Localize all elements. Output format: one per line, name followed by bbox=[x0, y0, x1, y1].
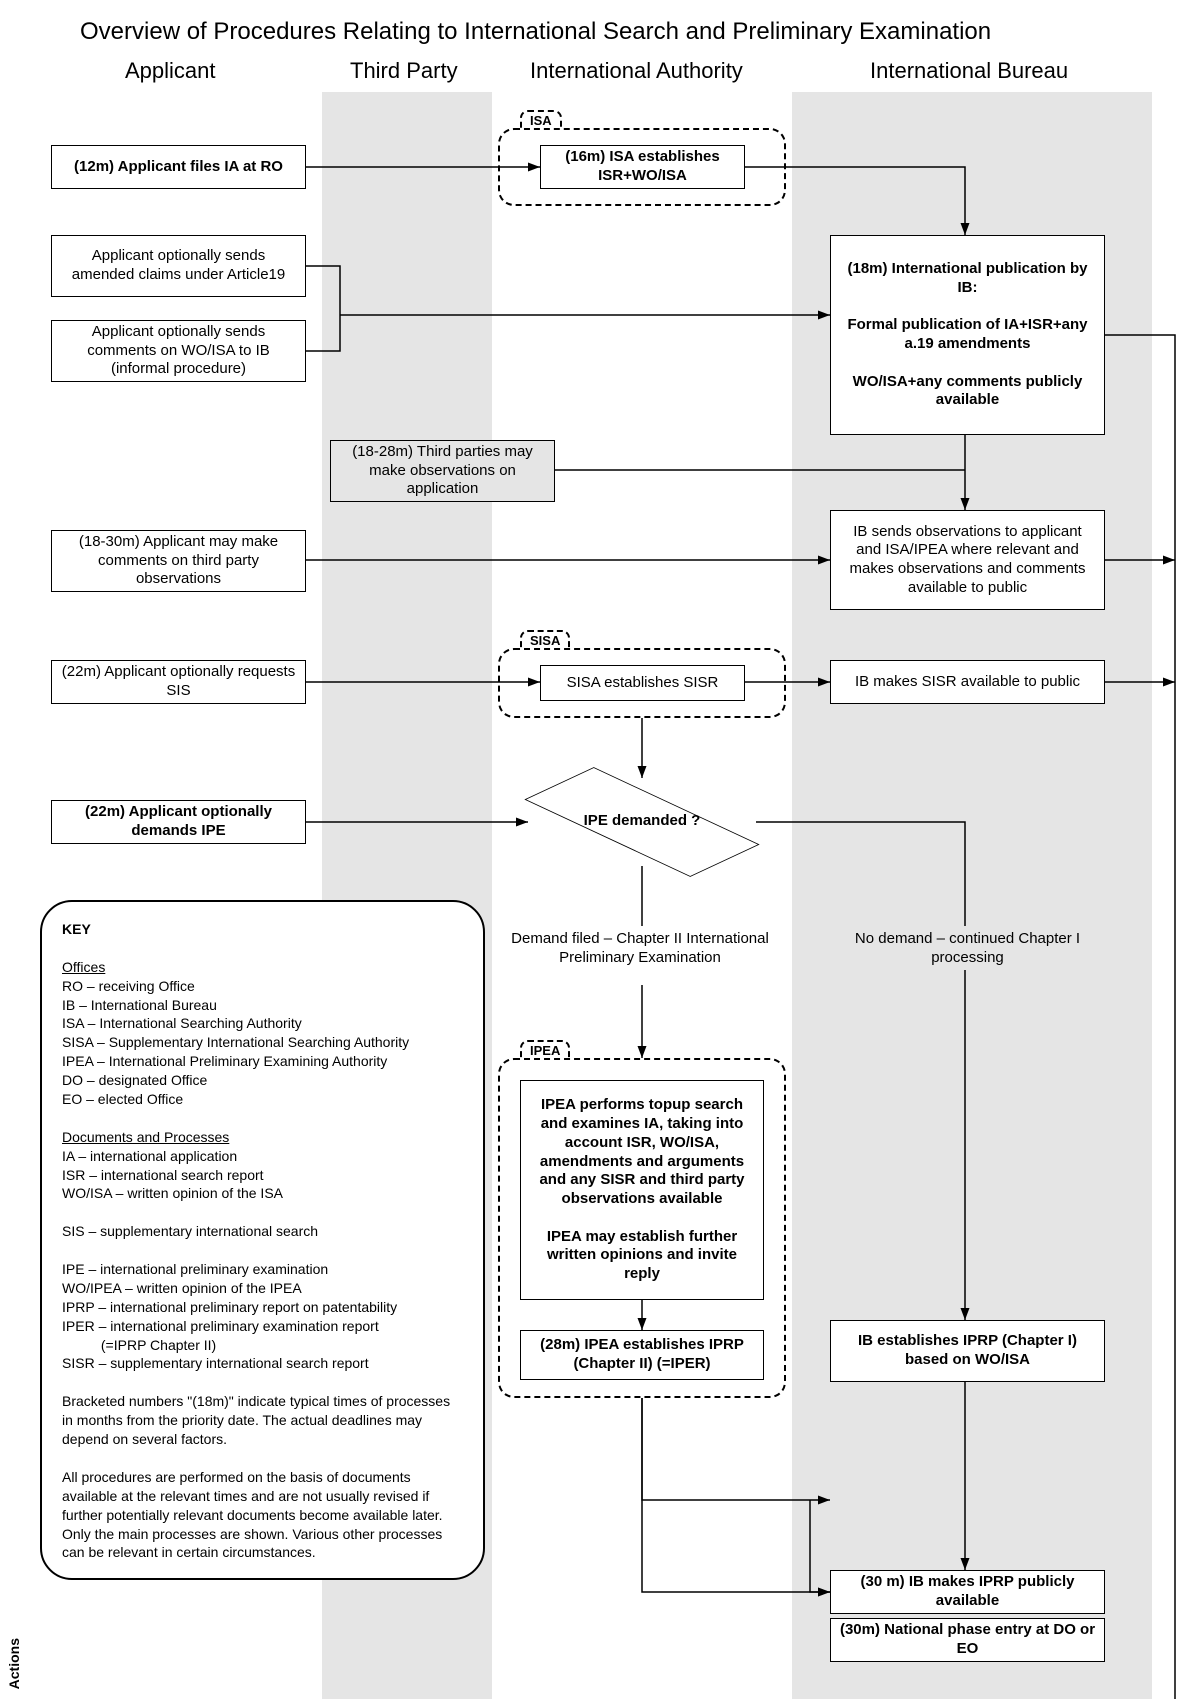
page-title: Overview of Procedures Relating to Inter… bbox=[80, 18, 991, 46]
col-authority: International Authority bbox=[530, 58, 743, 84]
key-offices-heading: Offices bbox=[62, 958, 463, 977]
box-amended-claims: Applicant optionally sends amended claim… bbox=[51, 235, 306, 297]
key-line bbox=[62, 1241, 463, 1260]
decision-ipe-demanded: IPE demanded ? bbox=[522, 772, 762, 872]
col-applicant: Applicant bbox=[125, 58, 216, 84]
key-line: SISA – Supplementary International Searc… bbox=[62, 1033, 463, 1052]
key-line: WO/IPEA – written opinion of the IPEA bbox=[62, 1279, 463, 1298]
key-box: KEY Offices RO – receiving OfficeIB – In… bbox=[40, 900, 485, 1580]
key-line: IPER – international preliminary examina… bbox=[62, 1317, 463, 1355]
box-isa-establishes: (16m) ISA establishes ISR+WO/ISA bbox=[540, 145, 745, 189]
box-requests-sis: (22m) Applicant optionally requests SIS bbox=[51, 660, 306, 704]
key-heading: KEY bbox=[62, 920, 463, 939]
side-label-actions: Actions bbox=[6, 1638, 22, 1689]
box-files-ia: (12m) Applicant files IA at RO bbox=[51, 145, 306, 189]
box-ib-iprp-public: (30 m) IB makes IPRP publicly available bbox=[830, 1570, 1105, 1614]
key-docs-list: IA – international applicationISR – inte… bbox=[62, 1147, 463, 1374]
key-line: SISR – supplementary international searc… bbox=[62, 1354, 463, 1373]
box-sisa-establishes: SISA establishes SISR bbox=[540, 665, 745, 701]
tab-ipea: IPEA bbox=[520, 1040, 570, 1059]
box-ipea-establishes: (28m) IPEA establishes IPRP (Chapter II)… bbox=[520, 1330, 764, 1380]
col-third-party: Third Party bbox=[350, 58, 458, 84]
box-comments-wo: Applicant optionally sends comments on W… bbox=[51, 320, 306, 382]
key-line: WO/ISA – written opinion of the ISA bbox=[62, 1184, 463, 1203]
key-docs-heading: Documents and Processes bbox=[62, 1128, 463, 1147]
box-ib-sisr-public: IB makes SISR available to public bbox=[830, 660, 1105, 704]
box-ipea-performs: IPEA performs topup search and examines … bbox=[520, 1080, 764, 1300]
box-third-party-observations: (18-28m) Third parties may make observat… bbox=[330, 440, 555, 502]
key-note-2: All procedures are performed on the basi… bbox=[62, 1468, 463, 1562]
text-no-demand: No demand – continued Chapter I processi… bbox=[830, 930, 1105, 968]
key-offices-list: RO – receiving OfficeIB – International … bbox=[62, 977, 463, 1109]
box-ib-iprp-ch1: IB establishes IPRP (Chapter I) based on… bbox=[830, 1320, 1105, 1382]
tab-sisa: SISA bbox=[520, 630, 570, 649]
key-line: ISA – International Searching Authority bbox=[62, 1014, 463, 1033]
decision-label: IPE demanded ? bbox=[522, 812, 762, 829]
key-line: SIS – supplementary international search bbox=[62, 1222, 463, 1241]
key-line: RO – receiving Office bbox=[62, 977, 463, 996]
key-line: IPRP – international preliminary report … bbox=[62, 1298, 463, 1317]
key-line bbox=[62, 1203, 463, 1222]
key-line: DO – designated Office bbox=[62, 1071, 463, 1090]
box-applicant-comments: (18-30m) Applicant may make comments on … bbox=[51, 530, 306, 592]
key-line: IB – International Bureau bbox=[62, 996, 463, 1015]
key-line: IPEA – International Preliminary Examini… bbox=[62, 1052, 463, 1071]
tab-isa: ISA bbox=[520, 110, 562, 129]
col-bureau: International Bureau bbox=[870, 58, 1068, 84]
box-ib-publication: (18m) International publication by IB: F… bbox=[830, 235, 1105, 435]
key-line: EO – elected Office bbox=[62, 1090, 463, 1109]
text-demand-filed: Demand filed – Chapter II International … bbox=[500, 930, 780, 968]
box-national-phase: (30m) National phase entry at DO or EO bbox=[830, 1618, 1105, 1662]
box-demands-ipe: (22m) Applicant optionally demands IPE bbox=[51, 800, 306, 844]
key-line: ISR – international search report bbox=[62, 1166, 463, 1185]
box-ib-sends-obs: IB sends observations to applicant and I… bbox=[830, 510, 1105, 610]
key-note-1: Bracketed numbers "(18m)" indicate typic… bbox=[62, 1392, 463, 1449]
key-line: IPE – international preliminary examinat… bbox=[62, 1260, 463, 1279]
key-line: IA – international application bbox=[62, 1147, 463, 1166]
lane-authority bbox=[492, 92, 792, 1699]
